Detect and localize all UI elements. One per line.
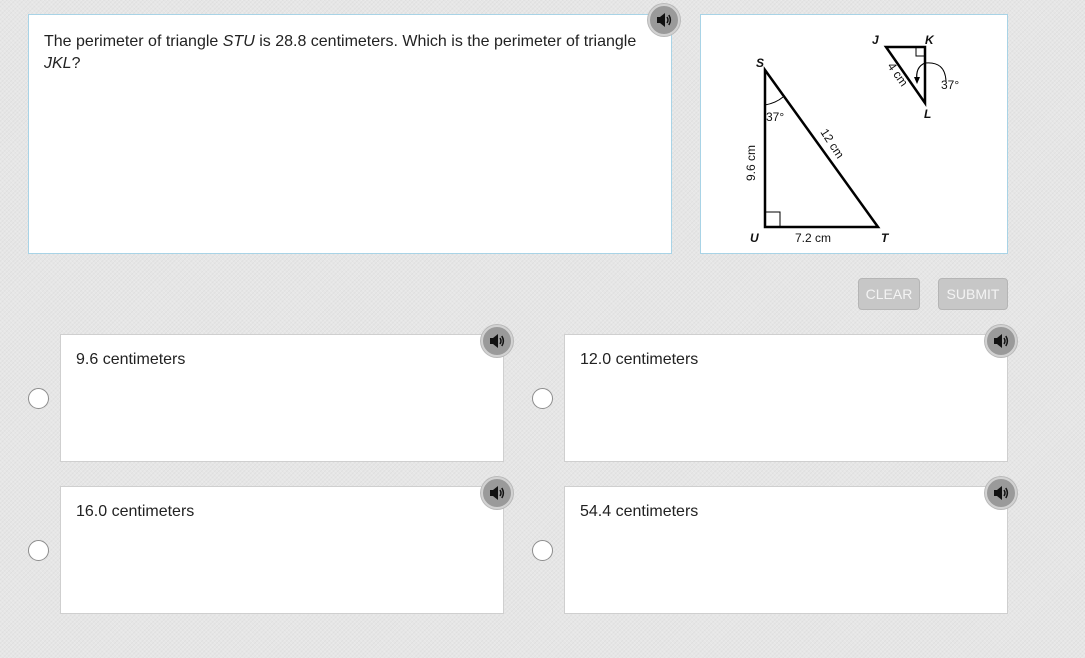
choice-4-card[interactable]: 54.4 centimeters	[564, 486, 1008, 614]
choice-4-radio[interactable]	[532, 540, 553, 561]
speaker-icon	[490, 486, 505, 500]
choice-2-card[interactable]: 12.0 centimeters	[564, 334, 1008, 462]
choice-3-card[interactable]: 16.0 centimeters	[60, 486, 504, 614]
choice-4-label: 54.4 centimeters	[580, 503, 699, 520]
question-panel: The perimeter of triangle STU is 28.8 ce…	[28, 14, 672, 254]
arrowhead-l	[914, 77, 920, 84]
triangle-figure: S U T 37° 9.6 cm 12 cm 7.2 cm J K L 4 cm…	[744, 33, 959, 245]
choice-4-audio-button[interactable]	[985, 477, 1017, 509]
figure-panel: S U T 37° 9.6 cm 12 cm 7.2 cm J K L 4 cm…	[700, 14, 1008, 254]
choice-2-label: 12.0 centimeters	[580, 351, 699, 368]
choice-2-radio[interactable]	[532, 388, 553, 409]
right-angle-mark-k	[915, 46, 926, 57]
angle-label-l: 37°	[941, 78, 959, 92]
question-audio-button[interactable]	[648, 4, 680, 36]
vertex-label-t: T	[881, 231, 890, 245]
speaker-icon	[994, 486, 1009, 500]
side-label-su: 9.6 cm	[744, 145, 758, 181]
speaker-icon	[490, 334, 505, 348]
triangle-stu	[763, 66, 881, 229]
question-part-3: ?	[71, 55, 81, 72]
vertex-label-l: L	[924, 107, 931, 121]
question-text: The perimeter of triangle STU is 28.8 ce…	[44, 31, 644, 75]
speaker-icon	[657, 13, 672, 27]
triangle-name-jkl: JKL	[44, 55, 72, 72]
angle-label-s: 37°	[766, 110, 784, 124]
side-label-jl: 4 cm	[885, 60, 911, 89]
choice-3-label: 16.0 centimeters	[76, 503, 195, 520]
choice-1-radio[interactable]	[28, 388, 49, 409]
angle-arc-s	[764, 96, 784, 106]
speaker-icon	[994, 334, 1009, 348]
clear-button[interactable]: CLEAR	[858, 278, 920, 310]
choice-1-audio-button[interactable]	[481, 325, 513, 357]
choice-3-radio[interactable]	[28, 540, 49, 561]
choice-1-card[interactable]: 9.6 centimeters	[60, 334, 504, 462]
side-label-ut: 7.2 cm	[795, 231, 831, 245]
question-part-1: The perimeter of triangle	[44, 33, 223, 50]
submit-button[interactable]: SUBMIT	[938, 278, 1008, 310]
choice-1-label: 9.6 centimeters	[76, 351, 186, 368]
side-label-st: 12 cm	[817, 126, 847, 161]
right-angle-mark-u	[764, 211, 781, 228]
vertex-label-k: K	[925, 33, 935, 47]
vertex-label-u: U	[750, 231, 759, 245]
question-part-2: is 28.8 centimeters. Which is the perime…	[254, 33, 637, 50]
triangle-name-stu: STU	[222, 33, 255, 50]
vertex-label-j: J	[872, 33, 879, 47]
choice-3-audio-button[interactable]	[481, 477, 513, 509]
vertex-label-s: S	[756, 56, 764, 70]
choice-2-audio-button[interactable]	[985, 325, 1017, 357]
